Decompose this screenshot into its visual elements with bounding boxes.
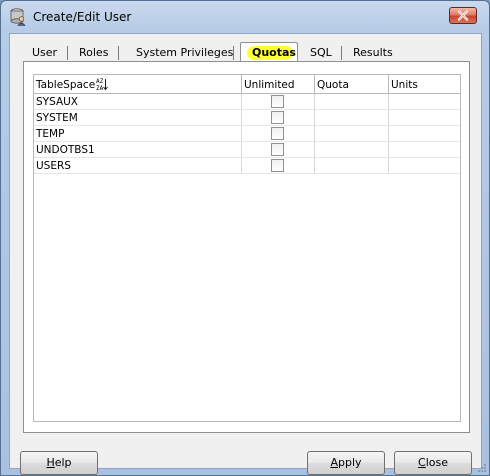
sort-az-icon[interactable]: AZ ZA <box>96 77 108 92</box>
close-mnemonic: C <box>418 456 426 469</box>
unlimited-checkbox[interactable] <box>271 143 284 156</box>
tab-separator <box>233 46 234 60</box>
close-button[interactable]: Close <box>394 451 472 475</box>
quotas-panel: TableSpace AZ ZA Unlimited Quota Units S… <box>23 61 470 433</box>
table-row[interactable]: SYSTEM <box>34 110 460 126</box>
create-edit-user-dialog: Create/Edit User User Roles System Privi… <box>0 0 490 476</box>
column-divider <box>241 75 242 94</box>
tab-results[interactable]: Results <box>353 46 393 62</box>
apply-mnemonic: A <box>330 456 338 469</box>
help-mnemonic: H <box>46 456 55 469</box>
tab-separator <box>67 46 68 60</box>
tablespace-cell: UNDOTBS1 <box>36 144 95 156</box>
apply-label: pply <box>338 456 362 469</box>
window-close-button[interactable] <box>449 7 477 24</box>
help-button[interactable]: Help <box>20 451 98 475</box>
column-header-quota[interactable]: Quota <box>317 79 349 91</box>
table-row[interactable]: UNDOTBS1 <box>34 142 460 158</box>
column-header-units[interactable]: Units <box>391 79 418 91</box>
column-divider <box>388 75 389 94</box>
quotas-table: TableSpace AZ ZA Unlimited Quota Units S… <box>33 74 461 422</box>
tablespace-cell: SYSTEM <box>36 112 78 124</box>
tablespace-cell: SYSAUX <box>36 96 78 108</box>
svg-text:AZ: AZ <box>96 78 104 85</box>
tab-separator <box>118 46 119 60</box>
column-header-unlimited[interactable]: Unlimited <box>244 79 295 91</box>
tab-user[interactable]: User <box>32 46 57 62</box>
tab-strip: User Roles System Privileges Quotas SQL … <box>10 34 481 62</box>
dialog-body: User Roles System Privileges Quotas SQL … <box>9 33 482 475</box>
help-label: elp <box>54 456 72 469</box>
resize-grip-icon[interactable] <box>477 463 487 473</box>
window-title: Create/Edit User <box>33 10 132 24</box>
database-user-icon <box>10 8 26 26</box>
table-row[interactable]: SYSAUX <box>34 94 460 110</box>
tab-system-privileges[interactable]: System Privileges <box>136 46 233 62</box>
table-row[interactable]: USERS <box>34 158 460 174</box>
tab-separator <box>341 46 342 60</box>
tab-quotas-label: Quotas <box>252 46 296 59</box>
table-header: TableSpace AZ ZA Unlimited Quota Units <box>34 75 460 94</box>
table-row[interactable]: TEMP <box>34 126 460 142</box>
column-header-tablespace[interactable]: TableSpace <box>36 79 95 91</box>
tab-roles[interactable]: Roles <box>79 46 108 62</box>
column-divider <box>314 75 315 94</box>
unlimited-checkbox[interactable] <box>271 111 284 124</box>
unlimited-checkbox[interactable] <box>271 127 284 140</box>
unlimited-checkbox[interactable] <box>271 95 284 108</box>
close-icon <box>457 10 469 21</box>
tab-sql[interactable]: SQL <box>310 46 332 62</box>
tablespace-cell: USERS <box>36 160 71 172</box>
tablespace-cell: TEMP <box>36 128 65 140</box>
apply-button[interactable]: Apply <box>307 451 385 475</box>
tab-quotas[interactable]: Quotas <box>240 42 298 62</box>
close-label: lose <box>425 456 448 469</box>
unlimited-checkbox[interactable] <box>271 159 284 172</box>
title-bar[interactable]: Create/Edit User <box>1 1 489 33</box>
svg-text:ZA: ZA <box>96 85 104 91</box>
